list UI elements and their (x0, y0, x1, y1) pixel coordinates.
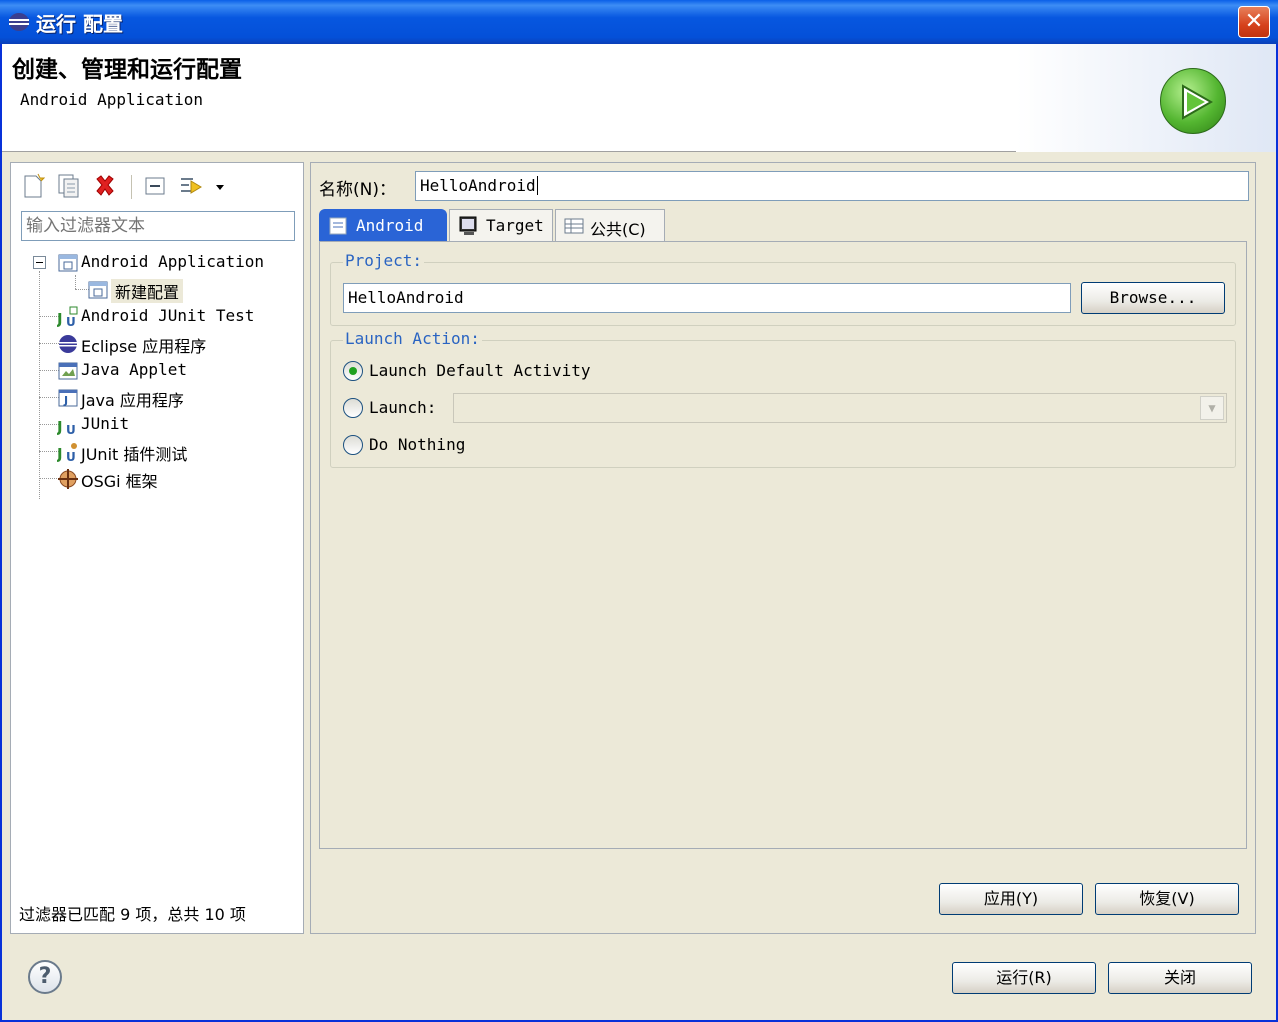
dropdown-arrow-icon[interactable] (213, 173, 227, 199)
dialog-subtitle: Android Application (20, 90, 204, 109)
tree-item-label: JUnit 插件测试 (81, 445, 188, 464)
project-field[interactable]: HelloAndroid (343, 283, 1071, 313)
browse-button[interactable]: Browse... (1081, 282, 1225, 314)
tab-target[interactable]: Target (449, 209, 553, 241)
project-group-title: Project: (343, 251, 425, 270)
revert-button[interactable]: 恢复(V) (1095, 883, 1239, 915)
title-bar[interactable]: 运行 配置 ✕ (0, 0, 1278, 44)
run-configurations-dialog: 运行 配置 ✕ 创建、管理和运行配置 Android Application 输… (0, 0, 1278, 1022)
filter-input[interactable] (21, 211, 295, 241)
junit-plugin-icon: JU (57, 443, 77, 463)
tree-item-label: Java 应用程序 (81, 391, 184, 410)
tree-item-junit-plugin[interactable]: JU JUnit 插件测试 (29, 438, 299, 465)
android-tab-content: Project: HelloAndroid Browse... Launch A… (319, 241, 1247, 849)
config-tabs: Android Target 公共(C) (319, 209, 1249, 241)
close-button[interactable]: 关闭 (1108, 962, 1252, 994)
tree-item-label: Android Application (81, 252, 265, 271)
java-app-icon: J (58, 389, 78, 407)
svg-text:U: U (66, 450, 76, 463)
applet-icon (58, 362, 78, 380)
do-nothing-radio[interactable]: Do Nothing (343, 433, 503, 457)
collapse-all-icon[interactable] (143, 173, 167, 199)
tree-item-label: 新建配置 (111, 279, 184, 303)
tree-item-android-application[interactable]: Android Application (29, 249, 299, 276)
tree-item-junit[interactable]: JU JUnit (29, 411, 299, 438)
launch-activity-select: ▼ (453, 393, 1227, 423)
svg-text:J: J (57, 310, 63, 328)
apply-button[interactable]: 应用(Y) (939, 883, 1083, 915)
eclipse-icon (59, 335, 77, 353)
svg-text:U: U (66, 423, 76, 436)
svg-text:J: J (57, 445, 63, 463)
tab-android[interactable]: Android (319, 209, 447, 241)
radio-unchecked-icon[interactable] (343, 398, 363, 418)
tree-item-label: Android JUnit Test (81, 306, 255, 325)
chevron-down-icon: ▼ (1200, 396, 1224, 420)
launch-action-title: Launch Action: (343, 329, 482, 348)
dialog-header: 创建、管理和运行配置 Android Application (2, 44, 1276, 152)
svg-text:J: J (63, 394, 68, 407)
osgi-icon (58, 469, 78, 489)
name-field[interactable]: HelloAndroid (415, 171, 1249, 201)
collapse-toggle-icon[interactable] (33, 256, 46, 269)
svg-text:U: U (66, 315, 76, 328)
project-group: Project: HelloAndroid Browse... (330, 251, 1236, 326)
tree-item-android-junit-test[interactable]: JU Android JUnit Test (29, 303, 299, 330)
tree-item-osgi[interactable]: OSGi 框架 (29, 465, 299, 492)
launch-action-group: Launch Action: Launch Default Activity L… (330, 329, 1236, 468)
tree-item-label: Java Applet (81, 360, 187, 379)
tab-common[interactable]: 公共(C) (555, 209, 665, 241)
svg-text:J: J (57, 418, 63, 436)
config-editor-panel: 名称(N)： HelloAndroid Android Target 公共(C) (310, 162, 1256, 934)
name-label: 名称(N)： (319, 180, 396, 200)
config-type-panel: Android Application 新建配置 JU Android JUni… (10, 162, 304, 934)
target-tab-icon (459, 216, 477, 235)
eclipse-icon (9, 13, 29, 31)
config-tree: Android Application 新建配置 JU Android JUni… (29, 249, 299, 499)
launch-radio[interactable]: Launch: (343, 396, 453, 420)
window-title: 运行 配置 (36, 12, 123, 36)
config-icon (88, 281, 108, 299)
tree-item-java-applet[interactable]: Java Applet (29, 357, 299, 384)
duplicate-icon[interactable] (57, 173, 81, 199)
run-button[interactable]: 运行(R) (952, 962, 1096, 994)
radio-unchecked-icon[interactable] (343, 435, 363, 455)
android-app-icon (58, 254, 78, 272)
dialog-heading: 创建、管理和运行配置 (12, 57, 242, 83)
new-config-icon[interactable] (21, 173, 45, 199)
config-toolbar (17, 169, 297, 203)
android-tab-icon (329, 217, 347, 235)
close-window-button[interactable]: ✕ (1238, 6, 1270, 38)
tree-item-label: JUnit (81, 414, 130, 433)
tree-item-label: OSGi 框架 (81, 472, 158, 491)
tree-item-label: Eclipse 应用程序 (81, 337, 207, 356)
delete-icon[interactable] (93, 173, 117, 199)
radio-checked-icon[interactable] (343, 361, 363, 381)
filter-icon[interactable] (179, 173, 203, 199)
help-icon[interactable]: ? (28, 960, 62, 994)
close-icon: ✕ (1244, 9, 1264, 34)
common-tab-icon (564, 218, 584, 234)
launch-default-radio[interactable]: Launch Default Activity (343, 359, 643, 383)
filter-status: 过滤器已匹配 9 项，总共 10 项 (19, 905, 246, 924)
junit-icon: JU (57, 418, 76, 436)
junit-android-icon: JU (57, 306, 78, 328)
tree-item-java-app[interactable]: J Java 应用程序 (29, 384, 299, 411)
run-icon (1160, 68, 1226, 134)
tree-item-eclipse-app[interactable]: Eclipse 应用程序 (29, 330, 299, 357)
tree-item-new-config[interactable]: 新建配置 (29, 276, 299, 303)
